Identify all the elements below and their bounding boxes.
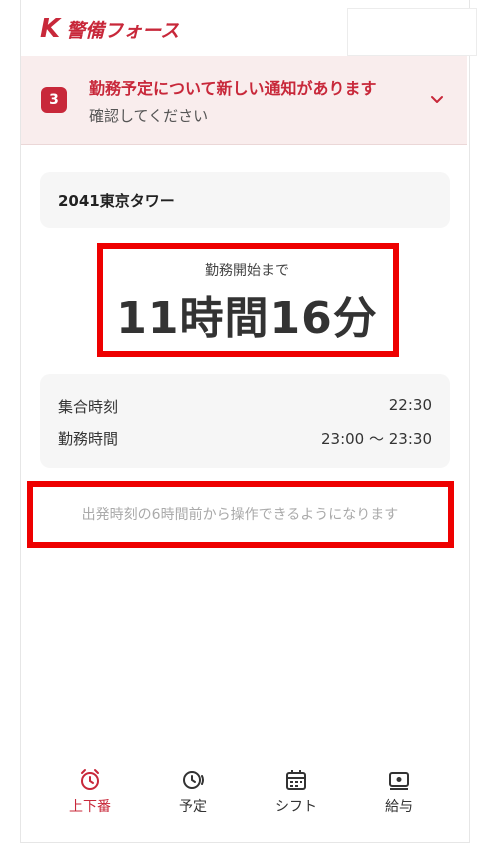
nav-item-attendance[interactable]: 上下番 — [40, 768, 140, 816]
logo-text: 警備フォース — [66, 19, 180, 42]
header-blank-panel — [347, 8, 477, 56]
hint-highlight-box — [27, 481, 454, 548]
nav-label-schedule: 予定 — [179, 799, 207, 815]
nav-label-salary: 給与 — [385, 799, 413, 815]
nav-item-shift[interactable]: シフト — [246, 768, 346, 816]
meeting-time-row: 集合時刻 22:30 — [58, 396, 432, 417]
site-card: 2041東京タワー — [40, 172, 450, 228]
wallet-icon — [389, 772, 409, 790]
work-time-label: 勤務時間 — [58, 430, 119, 448]
time-info-card: 集合時刻 22:30 勤務時間 23:00 〜 23:30 — [40, 374, 450, 468]
nav-item-schedule[interactable]: 予定 — [143, 768, 243, 816]
nav-label-shift: シフト — [275, 799, 317, 815]
site-name: 2041東京タワー — [58, 192, 175, 210]
countdown-highlight-box — [97, 243, 399, 357]
app-logo: K 警備フォース — [40, 14, 179, 44]
bottom-nav: 上下番 予定 シフト 給与 — [21, 760, 467, 840]
app-header: K 警備フォース — [20, 0, 477, 56]
schedule-clock-icon — [183, 771, 204, 789]
chevron-down-icon[interactable] — [427, 90, 447, 110]
meeting-time-label: 集合時刻 — [58, 398, 119, 416]
notification-count-badge: 3 — [41, 87, 67, 113]
notification-subtitle: 確認してください — [89, 107, 209, 125]
notification-banner[interactable]: 3 勤務予定について新しい通知があります 確認してください — [21, 56, 467, 145]
calendar-icon — [286, 770, 306, 790]
work-time-row: 勤務時間 23:00 〜 23:30 — [58, 428, 432, 449]
nav-item-salary[interactable]: 給与 — [349, 768, 449, 816]
nav-label-attendance: 上下番 — [69, 799, 111, 815]
notification-title: 勤務予定について新しい通知があります — [89, 79, 377, 98]
work-time-value: 23:00 〜 23:30 — [321, 430, 432, 448]
alarm-clock-icon — [81, 769, 99, 790]
logo-mark: K — [40, 14, 61, 44]
meeting-time-value: 22:30 — [388, 396, 432, 414]
